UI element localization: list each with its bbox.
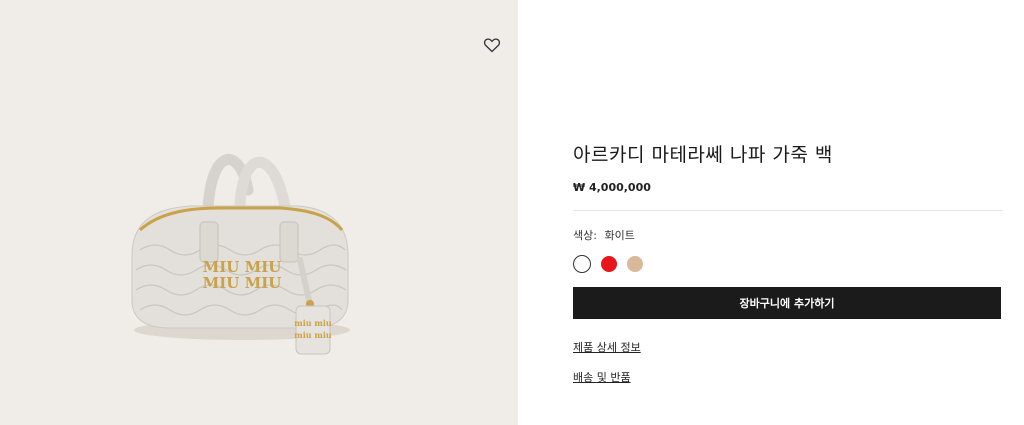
color-swatches: [573, 255, 1001, 273]
swatch-white[interactable]: [573, 255, 591, 273]
product-price: ₩ 4,000,000: [573, 181, 651, 194]
product-info-panel: 아르카디 마테라쎄 나파 가죽 백 ₩ 4,000,000 색상: 화이트 장바…: [573, 140, 1003, 385]
product-details-link[interactable]: 제품 상세 정보: [573, 339, 641, 355]
color-value: 화이트: [604, 229, 635, 242]
color-label: 색상:: [573, 229, 597, 242]
svg-text:miu miu: miu miu: [294, 330, 332, 340]
svg-text:miu miu: miu miu: [294, 318, 332, 328]
swatch-red[interactable]: [601, 256, 617, 272]
product-title: 아르카디 마테라쎄 나파 가죽 백: [573, 144, 833, 166]
color-selection-label: 색상: 화이트: [573, 227, 1001, 243]
add-to-cart-button[interactable]: 장바구니에 추가하기: [573, 287, 1001, 319]
heart-icon[interactable]: [482, 35, 502, 55]
svg-text:MIU MIU: MIU MIU: [203, 274, 282, 292]
product-image-pane: MIU MIU MIU MIU miu miu miu miu: [0, 0, 518, 425]
divider: [573, 210, 1003, 211]
shipping-returns-link[interactable]: 배송 및 반품: [573, 369, 631, 385]
info-links: 제품 상세 정보 배송 및 반품: [573, 319, 1001, 385]
swatch-beige[interactable]: [627, 256, 643, 272]
handbag-image: MIU MIU MIU MIU miu miu miu miu: [131, 154, 350, 355]
